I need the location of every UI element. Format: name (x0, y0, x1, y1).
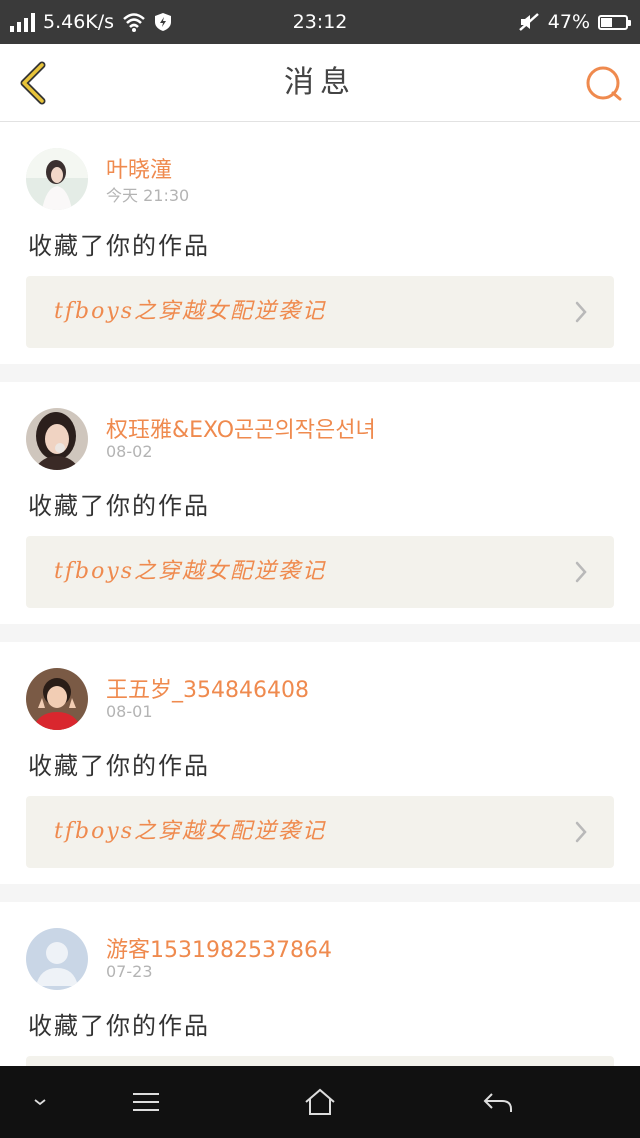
work-link[interactable]: tfboys之穿越女配逆袭记 (26, 796, 614, 868)
message-text: 收藏了你的作品 (28, 1012, 210, 1040)
work-link[interactable] (26, 1056, 614, 1066)
message-item[interactable]: 王五岁_354846408 08-01 收藏了你的作品 tfboys之穿越女配逆… (0, 642, 640, 884)
message-item[interactable]: 叶晓潼 今天 21:30 收藏了你的作品 tfboys之穿越女配逆袭记 (0, 122, 640, 364)
wifi-icon (123, 13, 145, 32)
menu-button[interactable] (106, 1066, 186, 1138)
back-button[interactable] (458, 1066, 538, 1138)
user-name[interactable]: 叶晓潼 (106, 152, 172, 184)
chevron-down-icon (34, 1099, 46, 1106)
search-icon[interactable] (584, 64, 624, 104)
message-time: 07-23 (106, 962, 153, 981)
user-name[interactable]: 游客1531982537864 (106, 932, 332, 964)
message-list[interactable]: 叶晓潼 今天 21:30 收藏了你的作品 tfboys之穿越女配逆袭记 权珏雅&… (0, 122, 640, 1066)
avatar[interactable] (26, 408, 88, 470)
message-text: 收藏了你的作品 (28, 232, 210, 260)
back-icon (483, 1093, 512, 1112)
chevron-right-icon (575, 301, 587, 323)
message-time: 今天 21:30 (106, 186, 190, 205)
header: 消息 (0, 44, 640, 122)
system-nav-bar (0, 1066, 640, 1138)
work-title: tfboys之穿越女配逆袭记 (54, 559, 327, 584)
work-link[interactable]: tfboys之穿越女配逆袭记 (26, 536, 614, 608)
work-title: tfboys之穿越女配逆袭记 (54, 299, 327, 324)
mute-icon (518, 13, 539, 31)
avatar[interactable] (26, 148, 88, 210)
signal-icon (10, 12, 35, 32)
message-text: 收藏了你的作品 (28, 492, 210, 520)
message-item[interactable]: 权珏雅&EXO곤곤의작은선녀 08-02 收藏了你的作品 tfboys之穿越女配… (0, 382, 640, 624)
work-title: tfboys之穿越女配逆袭记 (54, 819, 327, 844)
chevron-right-icon (575, 821, 587, 843)
chevron-right-icon (575, 561, 587, 583)
work-link[interactable]: tfboys之穿越女配逆袭记 (26, 276, 614, 348)
battery-icon (598, 14, 631, 30)
menu-icon (133, 1093, 159, 1111)
message-item[interactable]: 游客1531982537864 07-23 收藏了你的作品 (0, 902, 640, 1066)
home-button[interactable] (280, 1066, 360, 1138)
user-name[interactable]: 王五岁_354846408 (106, 672, 309, 704)
avatar[interactable] (26, 928, 88, 990)
message-time: 08-01 (106, 702, 153, 721)
battery-percent: 47% (547, 11, 590, 33)
user-name[interactable]: 权珏雅&EXO곤곤의작은선녀 (106, 412, 376, 444)
message-text: 收藏了你的作品 (28, 752, 210, 780)
message-time: 08-02 (106, 442, 153, 461)
home-icon (305, 1088, 335, 1115)
status-right: 47% (518, 11, 631, 33)
network-speed: 5.46K/s (43, 11, 115, 33)
shield-icon (155, 13, 172, 31)
status-left: 5.46K/s (10, 11, 172, 33)
page-title: 消息 (284, 65, 356, 100)
collapse-button[interactable] (0, 1066, 80, 1138)
status-bar: 5.46K/s 23:12 47% (0, 0, 640, 44)
avatar[interactable] (26, 668, 88, 730)
